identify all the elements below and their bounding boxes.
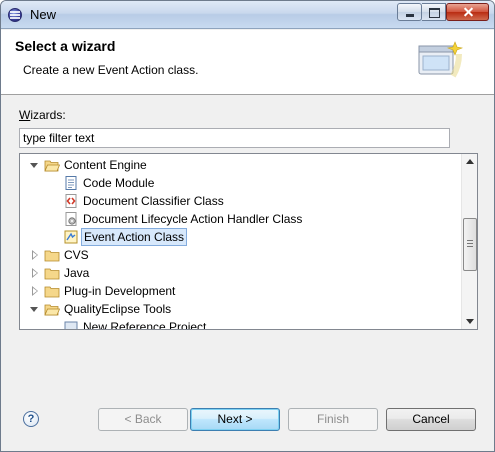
folder-open-icon <box>44 160 60 172</box>
tree-item-label: Content Engine <box>64 158 147 172</box>
window-title: New <box>30 7 57 22</box>
maximize-button[interactable] <box>422 3 446 21</box>
scroll-down-arrow-icon[interactable] <box>462 313 477 329</box>
tree-item-label: QualityEclipse Tools <box>64 302 172 316</box>
tree-item-label: New Reference Project <box>83 320 207 330</box>
back-button[interactable]: < Back <box>98 408 188 431</box>
wizard-banner-icon <box>418 41 464 78</box>
expand-icon[interactable] <box>32 286 38 296</box>
lifecycle-icon <box>65 212 77 226</box>
scrollbar-thumb[interactable] <box>463 218 477 271</box>
new-wizard-dialog: New Select a wizard Create a new Event A… <box>0 0 495 452</box>
scroll-up-arrow-icon[interactable] <box>462 154 477 170</box>
wizard-banner: Select a wizard Create a new Event Actio… <box>1 30 494 95</box>
classifier-icon <box>65 194 77 208</box>
help-icon[interactable]: ? <box>23 411 39 427</box>
tree-item-event-action-class[interactable]: Event Action Class <box>20 228 460 246</box>
tree-item-label: Plug-in Development <box>64 284 176 298</box>
tree-item-code-module[interactable]: Code Module <box>20 174 460 192</box>
event-action-icon <box>64 230 78 244</box>
tree-item-label: CVS <box>64 248 89 262</box>
next-button[interactable]: Next > <box>190 408 280 431</box>
close-button[interactable] <box>446 3 489 21</box>
tree-item-new-reference-project[interactable]: New Reference Project <box>20 318 460 330</box>
title-bar: New <box>1 1 494 29</box>
tree-item-label: Java <box>64 266 90 280</box>
tree-item-label: Document Classifier Class <box>83 194 224 208</box>
tree-item-label: Code Module <box>83 176 155 190</box>
tree-item-document-lifecycle-action-handler-class[interactable]: Document Lifecycle Action Handler Class <box>20 210 460 228</box>
tree-item-content-engine[interactable]: Content Engine <box>20 156 460 174</box>
tree-item-qualityeclipse-tools[interactable]: QualityEclipse Tools <box>20 300 460 318</box>
finish-button[interactable]: Finish <box>288 408 378 431</box>
folder-icon <box>44 250 60 262</box>
folder-icon <box>44 268 60 280</box>
wizard-tree[interactable]: Content Engine Code Module Document Clas… <box>19 153 478 330</box>
tree-item-cvs[interactable]: CVS <box>20 246 460 264</box>
tree-item-document-classifier-class[interactable]: Document Classifier Class <box>20 192 460 210</box>
collapse-icon[interactable] <box>30 163 38 168</box>
eclipse-icon <box>8 8 22 22</box>
cancel-button[interactable]: Cancel <box>386 408 476 431</box>
code-module-icon <box>65 176 77 190</box>
folder-icon <box>44 286 60 298</box>
wizards-label: Wizards: <box>19 108 66 122</box>
banner-title: Select a wizard <box>15 38 116 54</box>
expand-icon[interactable] <box>32 250 38 260</box>
collapse-icon[interactable] <box>30 307 38 312</box>
tree-scrollbar[interactable] <box>461 154 477 329</box>
banner-description: Create a new Event Action class. <box>23 63 199 77</box>
expand-icon[interactable] <box>32 268 38 278</box>
tree-item-java[interactable]: Java <box>20 264 460 282</box>
tree-item-plug-in-development[interactable]: Plug-in Development <box>20 282 460 300</box>
minimize-button[interactable] <box>397 3 422 21</box>
project-icon <box>64 321 78 329</box>
folder-open-icon <box>44 304 60 316</box>
tree-item-label: Document Lifecycle Action Handler Class <box>83 212 303 226</box>
tree-item-label: Event Action Class <box>81 228 188 246</box>
filter-input[interactable] <box>19 128 450 148</box>
